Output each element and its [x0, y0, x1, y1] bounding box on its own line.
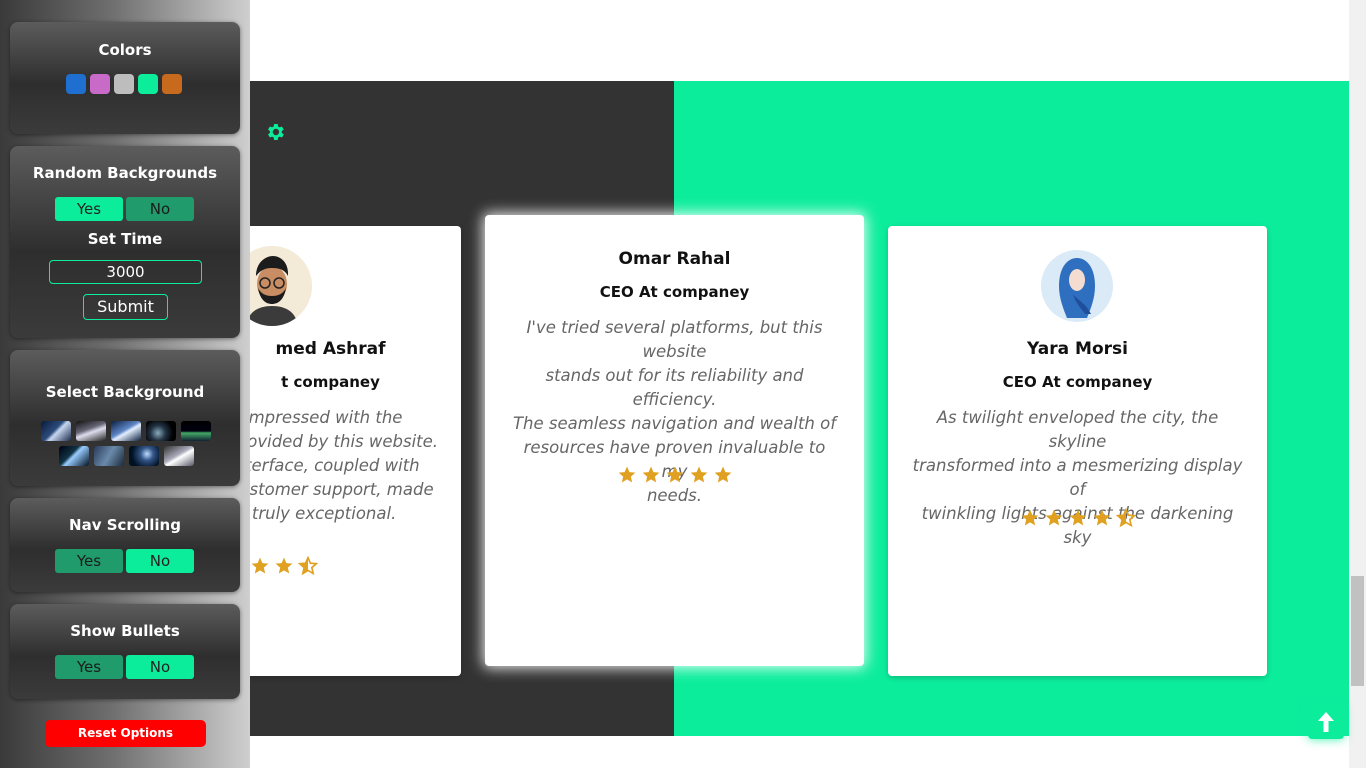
- background-thumb[interactable]: [58, 446, 89, 466]
- text-line: I've tried several platforms, but this w…: [526, 318, 823, 361]
- nav-scrolling-box: Nav Scrolling Yes No: [10, 498, 240, 592]
- random-backgrounds-box: Random Backgrounds Yes No Set Time 3000 …: [10, 146, 240, 338]
- star-icon: [642, 466, 659, 483]
- select-background-box: Select Background: [10, 350, 240, 486]
- color-swatch-gray[interactable]: [114, 74, 134, 94]
- background-thumb[interactable]: [93, 446, 124, 466]
- star-icon: [1069, 509, 1086, 526]
- star-icon: [618, 466, 635, 483]
- show-bullets-title: Show Bullets: [70, 622, 180, 640]
- text-line: te truly exceptional.: [230, 504, 397, 523]
- show-bullets-yes-button[interactable]: Yes: [55, 655, 123, 679]
- background-thumb[interactable]: [76, 421, 106, 441]
- color-swatch-orange[interactable]: [162, 74, 182, 94]
- text-line: interface, coupled with: [230, 456, 420, 475]
- testimonial-role: CEO At companey: [1002, 373, 1153, 391]
- star-half-icon: [1115, 508, 1136, 528]
- background-thumb[interactable]: [146, 421, 176, 441]
- text-line: provided by this website.: [230, 432, 439, 451]
- nav-scrolling-yes-button[interactable]: Yes: [55, 549, 123, 573]
- random-bg-yes-button[interactable]: Yes: [55, 197, 123, 221]
- color-swatch-blue[interactable]: [66, 74, 86, 94]
- select-background-title: Select Background: [45, 383, 205, 401]
- background-thumb[interactable]: [163, 446, 194, 466]
- text-line: needs.: [646, 486, 703, 505]
- random-backgrounds-toggle: Yes No: [55, 197, 194, 221]
- star-icon: [1021, 509, 1038, 526]
- random-bg-no-button[interactable]: No: [126, 197, 194, 221]
- set-time-title: Set Time: [87, 230, 163, 248]
- background-thumb[interactable]: [181, 421, 211, 441]
- background-thumbnails: [40, 421, 212, 466]
- testimonial-card-2: Omar Rahal CEO At companey I've tried se…: [485, 215, 864, 666]
- rating-stars: [888, 508, 1267, 528]
- colors-box: Colors: [10, 22, 240, 134]
- reset-options-button[interactable]: Reset Options: [45, 720, 206, 747]
- text-line: stands out for its reliability and effic…: [545, 366, 804, 409]
- background-thumb[interactable]: [128, 446, 159, 466]
- star-icon: [690, 466, 707, 483]
- text-line: impressed with the: [244, 408, 403, 427]
- background-thumb[interactable]: [41, 421, 71, 441]
- color-swatch-purple[interactable]: [90, 74, 110, 94]
- nav-scrolling-toggle: Yes No: [55, 549, 194, 573]
- star-icon: [251, 557, 269, 574]
- gear-icon: [268, 124, 284, 140]
- testimonial-name: Yara Morsi: [1027, 339, 1128, 359]
- scrollbar-thumb[interactable]: [1351, 576, 1364, 686]
- nav-scrolling-no-button[interactable]: No: [126, 549, 194, 573]
- text-line: customer support, made: [230, 480, 434, 499]
- text-line: transformed into a mesmerizing display o…: [912, 456, 1243, 499]
- testimonial-role: CEO At companey: [599, 283, 750, 301]
- background-thumb[interactable]: [111, 421, 141, 441]
- testimonial-text: impressed with the provided by this webs…: [230, 406, 455, 526]
- settings-panel: Colors Random Backgrounds Yes No Set Tim…: [0, 0, 250, 768]
- time-input[interactable]: 3000: [49, 260, 202, 284]
- text-line: The seamless navigation and wealth of: [512, 414, 837, 433]
- nav-scrolling-title: Nav Scrolling: [69, 516, 181, 534]
- color-swatch-green[interactable]: [138, 74, 158, 94]
- show-bullets-no-button[interactable]: No: [126, 655, 194, 679]
- submit-button[interactable]: Submit: [83, 294, 168, 320]
- star-icon: [666, 466, 683, 483]
- arrow-up-icon: [1318, 712, 1334, 732]
- show-bullets-toggle: Yes No: [55, 655, 194, 679]
- star-icon: [1045, 509, 1062, 526]
- testimonial-text: As twilight enveloped the city, the skyl…: [912, 406, 1243, 550]
- text-line: As twilight enveloped the city, the skyl…: [936, 408, 1219, 451]
- colors-title: Colors: [98, 41, 152, 59]
- testimonial-name: Omar Rahal: [618, 249, 731, 269]
- star-icon: [714, 466, 731, 483]
- star-icon: [275, 557, 293, 574]
- star-icon: [1093, 509, 1110, 526]
- random-backgrounds-title: Random Backgrounds: [32, 164, 218, 182]
- show-bullets-box: Show Bullets Yes No: [10, 604, 240, 699]
- testimonial-card-3: Yara Morsi CEO At companey As twilight e…: [888, 226, 1267, 676]
- color-swatches: [66, 74, 182, 94]
- scroll-to-top-button[interactable]: [1308, 705, 1344, 739]
- avatar: [1037, 246, 1117, 326]
- rating-stars: [485, 465, 864, 485]
- woman-hijab-avatar-icon: [1041, 250, 1113, 322]
- star-half-icon: [298, 556, 318, 576]
